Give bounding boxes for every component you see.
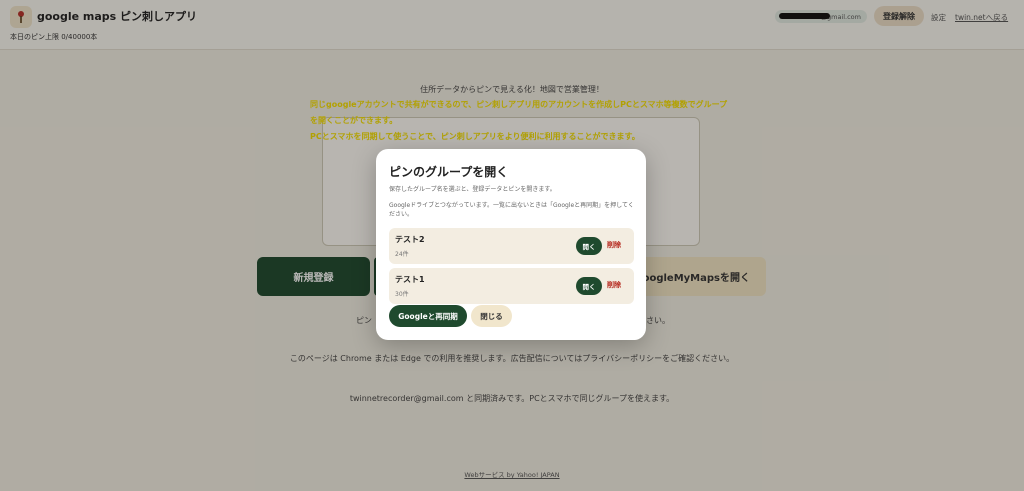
delete-group-button[interactable]: 削除 — [607, 280, 621, 290]
group-count: 30件 — [395, 291, 409, 298]
open-group-button[interactable]: 開く — [576, 277, 602, 295]
open-group-dialog: ピンのグループを開く 保存したグループ名を選ぶと、登録データとピンを開きます。 … — [376, 149, 646, 340]
open-group-button[interactable]: 開く — [576, 237, 602, 255]
resync-google-button[interactable]: Googleと再同期 — [389, 305, 467, 327]
dialog-description: 保存したグループ名を選ぶと、登録データとピンを開きます。 — [389, 186, 556, 193]
group-list-item: テスト2 24件 開く 削除 — [389, 228, 634, 264]
group-count: 24件 — [395, 251, 409, 258]
group-list-item: テスト1 30件 開く 削除 — [389, 268, 634, 304]
group-name: テスト1 — [395, 275, 425, 284]
delete-group-button[interactable]: 削除 — [607, 240, 621, 250]
group-name: テスト2 — [395, 235, 425, 244]
close-dialog-button[interactable]: 閉じる — [471, 305, 512, 327]
dialog-title: ピンのグループを開く — [389, 165, 509, 179]
dialog-description-drive: Googleドライブとつながっています。一覧に出ないときは「Googleと再同期… — [389, 202, 634, 218]
